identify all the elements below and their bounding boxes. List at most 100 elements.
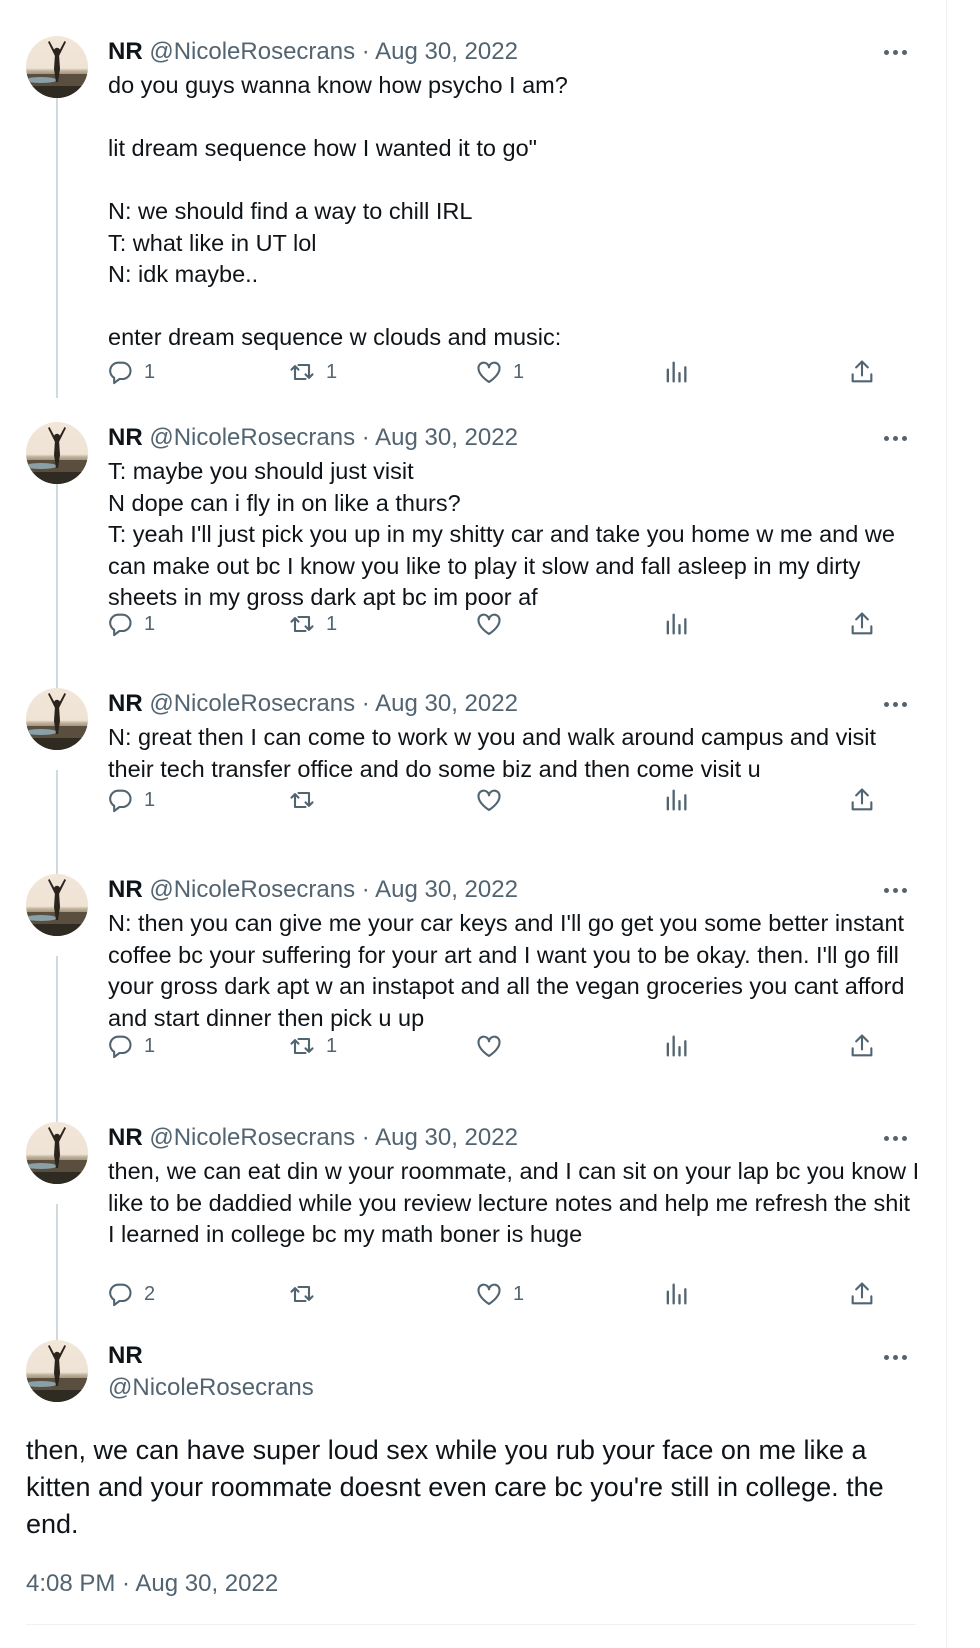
tweet-header: NR @NicoleRosecrans · Aug 30, 2022	[108, 1122, 518, 1154]
tweet-header: NR @NicoleRosecrans · Aug 30, 2022	[108, 688, 518, 720]
author-handle[interactable]: @NicoleRosecrans	[108, 1372, 314, 1404]
reply-count: 1	[144, 788, 156, 811]
like-button[interactable]	[475, 1029, 513, 1063]
share-button[interactable]	[848, 1277, 876, 1311]
avatar-photo	[26, 1345, 88, 1402]
retweet-button[interactable]: 1	[288, 607, 337, 641]
tweet-header: NR @NicoleRosecrans · Aug 30, 2022	[108, 36, 518, 68]
avatar[interactable]	[26, 422, 88, 484]
avatar[interactable]	[26, 688, 88, 750]
tweet-text: then, we can eat din w your roommate, an…	[108, 1158, 926, 1247]
more-icon[interactable]	[884, 424, 912, 452]
thread-tweet[interactable]: NR @NicoleRosecrans · Aug 30, 2022 then,…	[0, 1102, 946, 1338]
tweet-date[interactable]: · Aug 30, 2022	[362, 690, 518, 717]
share-icon	[851, 360, 873, 383]
tweet-text: N: great then I can come to work w you a…	[108, 724, 883, 782]
retweet-icon	[290, 363, 314, 381]
author-handle[interactable]: @NicoleRosecrans	[149, 876, 355, 903]
avatar-photo	[26, 693, 88, 750]
retweet-icon	[290, 1285, 314, 1303]
tweet-date[interactable]: · Aug 30, 2022	[362, 876, 518, 903]
retweet-count: 1	[326, 1034, 338, 1057]
views-button[interactable]	[662, 1277, 690, 1311]
author-handle[interactable]: @NicoleRosecrans	[149, 38, 355, 65]
author-handle[interactable]: @NicoleRosecrans	[149, 424, 355, 451]
views-button[interactable]	[662, 355, 690, 389]
retweet-button[interactable]: 1	[288, 1029, 337, 1063]
tweet-actions: 1	[108, 783, 923, 817]
tweet-date[interactable]: · Aug 30, 2022	[362, 38, 518, 65]
avatar-photo	[26, 1127, 88, 1184]
reply-icon	[109, 789, 132, 813]
like-button[interactable]: 1	[475, 1277, 524, 1311]
tweet-header: NR @NicoleRosecrans · Aug 30, 2022	[108, 422, 518, 454]
reply-button[interactable]: 1	[106, 783, 155, 817]
thread-tweet[interactable]: NR @NicoleRosecrans · Aug 30, 2022 do yo…	[0, 16, 946, 406]
tweet-timestamp[interactable]: 4:08 PM · Aug 30, 2022	[26, 1568, 278, 1600]
share-button[interactable]	[848, 607, 876, 641]
like-count: 1	[513, 360, 525, 383]
reply-button[interactable]: 2	[106, 1277, 155, 1311]
tweet-text: do you guys wanna know how psycho I am? …	[108, 72, 568, 350]
reply-button[interactable]: 1	[106, 1029, 155, 1063]
author-name[interactable]: NR	[108, 690, 143, 717]
reply-icon	[109, 1035, 132, 1059]
author-name[interactable]: NR	[108, 424, 143, 451]
reply-button[interactable]: 1	[106, 607, 155, 641]
tweet-text: T: maybe you should just visit N dope ca…	[108, 458, 895, 610]
views-button[interactable]	[662, 1029, 690, 1063]
tweet-date[interactable]: · Aug 30, 2022	[362, 1124, 518, 1151]
divider	[26, 1624, 916, 1625]
share-icon	[851, 1282, 873, 1305]
author-handle[interactable]: @NicoleRosecrans	[149, 1124, 355, 1151]
avatar[interactable]	[26, 36, 88, 98]
reply-icon	[109, 1283, 132, 1307]
views-icon	[666, 789, 687, 811]
share-icon	[851, 788, 873, 811]
retweet-icon	[290, 615, 314, 633]
share-button[interactable]	[848, 783, 876, 817]
author-handle[interactable]: @NicoleRosecrans	[149, 690, 355, 717]
more-icon[interactable]	[884, 690, 912, 718]
share-button[interactable]	[848, 355, 876, 389]
thread-tweet[interactable]: NR @NicoleRosecrans · Aug 30, 2022 N: th…	[0, 854, 946, 1090]
like-button[interactable]: 1	[475, 355, 524, 389]
tweet-date[interactable]: · Aug 30, 2022	[362, 424, 518, 451]
avatar[interactable]	[26, 1122, 88, 1184]
share-icon	[851, 612, 873, 635]
retweet-button[interactable]: 1	[288, 355, 337, 389]
views-button[interactable]	[662, 783, 690, 817]
thread-tweet[interactable]: NR @NicoleRosecrans · Aug 30, 2022 T: ma…	[0, 402, 946, 668]
retweet-button[interactable]	[288, 783, 326, 817]
more-icon[interactable]	[884, 1343, 912, 1371]
like-icon	[477, 361, 501, 383]
avatar-photo	[26, 427, 88, 484]
like-button[interactable]	[475, 607, 513, 641]
column-border	[946, 0, 947, 1648]
author-name[interactable]: NR	[108, 1340, 143, 1372]
thread-tweet[interactable]: NR @NicoleRosecrans · Aug 30, 2022 N: gr…	[0, 668, 946, 854]
like-count: 1	[513, 1282, 525, 1305]
retweet-button[interactable]	[288, 1277, 326, 1311]
like-icon	[477, 789, 501, 811]
like-icon	[477, 1035, 501, 1057]
author-name[interactable]: NR	[108, 1124, 143, 1151]
like-button[interactable]	[475, 783, 513, 817]
more-icon[interactable]	[884, 876, 912, 904]
reply-button[interactable]: 1	[106, 355, 155, 389]
tweet-actions: 1 1	[108, 607, 923, 641]
tweet-actions: 1 1 1	[108, 355, 923, 389]
author-name[interactable]: NR	[108, 876, 143, 903]
author-name[interactable]: NR	[108, 38, 143, 65]
avatar[interactable]	[26, 874, 88, 936]
tweet-actions: 1 1	[108, 1029, 923, 1063]
views-icon	[666, 361, 687, 383]
share-button[interactable]	[848, 1029, 876, 1063]
views-button[interactable]	[662, 607, 690, 641]
avatar-photo	[26, 41, 88, 98]
avatar[interactable]	[26, 1340, 88, 1402]
more-icon[interactable]	[884, 38, 912, 66]
tweet-text: N: then you can give me your car keys an…	[108, 910, 911, 1031]
views-icon	[666, 613, 687, 635]
more-icon[interactable]	[884, 1124, 912, 1152]
